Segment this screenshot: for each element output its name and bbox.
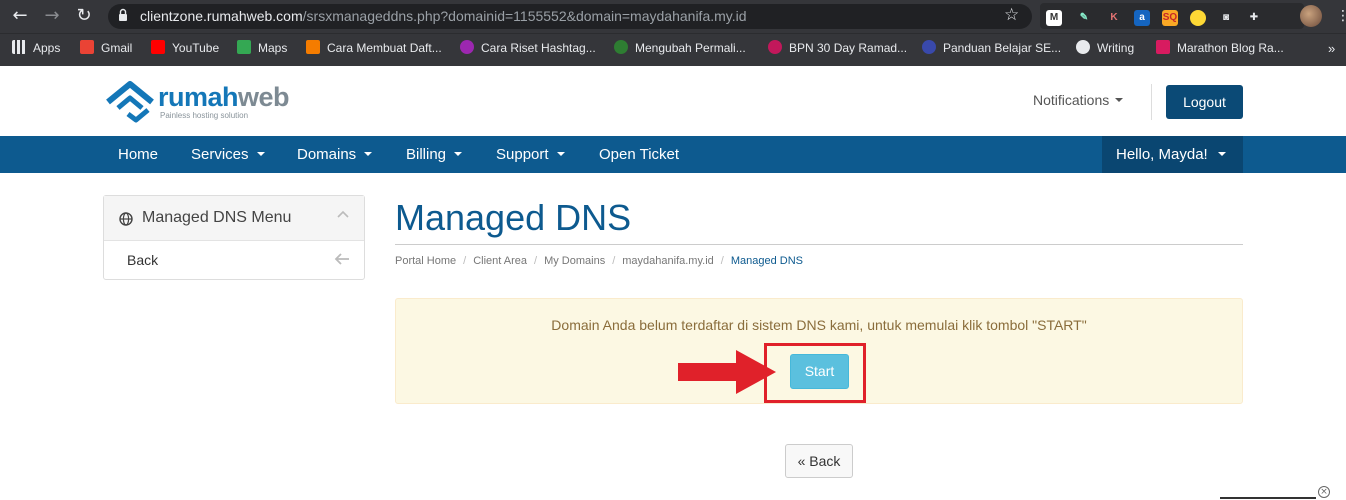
nav-services[interactable]: Services — [191, 136, 265, 173]
notifications-dropdown[interactable]: Notifications — [1033, 92, 1124, 108]
breadcrumb-separator: / — [720, 255, 724, 267]
more-bookmarks-icon[interactable]: » — [1328, 41, 1335, 56]
bookmark-seo[interactable]: Panduan Belajar SE... — [922, 40, 1061, 58]
arrow-left-icon[interactable] — [334, 252, 350, 266]
chevron-up-icon[interactable] — [336, 209, 350, 219]
header-divider — [1151, 84, 1152, 120]
browser-toolbar: ← → ↻ clientzone.rumahweb.com/srsxmanage… — [0, 0, 1346, 33]
nav-support[interactable]: Support — [496, 136, 565, 173]
breadcrumb-separator: / — [463, 255, 467, 267]
managed-dns-menu-panel: Managed DNS Menu Back — [103, 195, 365, 280]
divider-line — [1220, 497, 1316, 499]
breadcrumb-item-client-area[interactable]: Client Area — [473, 255, 527, 267]
title-divider — [395, 244, 1243, 245]
bookmark-gmail[interactable]: Gmail — [80, 40, 132, 58]
annotation-arrow-icon — [678, 350, 776, 394]
bookmark-site-icon — [460, 40, 474, 54]
breadcrumb-item-current: Managed DNS — [730, 255, 803, 267]
extension-pen-icon[interactable]: ✎ — [1076, 10, 1092, 26]
bookmark-apps[interactable]: Apps — [12, 40, 60, 58]
globe-icon — [1076, 40, 1090, 54]
user-menu-dropdown[interactable]: Hello, Mayda! — [1102, 136, 1243, 173]
panel-heading[interactable]: Managed DNS Menu — [104, 196, 364, 241]
globe-icon — [119, 212, 133, 226]
gmail-icon — [80, 40, 94, 54]
nav-domains[interactable]: Domains — [297, 136, 373, 173]
caret-down-icon — [364, 152, 373, 156]
breadcrumb-separator: / — [612, 255, 616, 267]
breadcrumb-item-my-domains[interactable]: My Domains — [544, 255, 605, 267]
extension-sq-icon[interactable]: SQ — [1162, 10, 1178, 26]
nav-open-ticket[interactable]: Open Ticket — [599, 136, 679, 173]
lock-icon — [119, 8, 127, 21]
annotation-highlight-box — [764, 343, 866, 403]
logo-tagline: Painless hosting solution — [160, 111, 249, 120]
apps-grid-icon — [12, 40, 26, 54]
forward-arrow-icon[interactable]: → — [40, 5, 64, 27]
extension-bulb-icon[interactable] — [1190, 10, 1206, 26]
back-arrow-icon[interactable]: ← — [8, 5, 32, 27]
bookmark-writing[interactable]: Writing — [1076, 40, 1134, 58]
page-title: Managed DNS — [395, 197, 632, 238]
bookmark-bpn[interactable]: BPN 30 Day Ramad... — [768, 40, 907, 58]
camera-icon[interactable]: ◙ — [1218, 10, 1234, 26]
extension-k-icon[interactable]: K — [1106, 10, 1122, 26]
puzzle-icon[interactable]: ✚ — [1246, 10, 1262, 26]
extensions-area: M ✎ K a SQ ◙ ✚ — [1040, 3, 1304, 29]
extension-a-icon[interactable]: a — [1134, 10, 1150, 26]
youtube-icon — [151, 40, 165, 54]
bookmarks-bar: Apps Gmail YouTube Maps Cara Membuat Daf… — [0, 33, 1346, 66]
breadcrumb: Portal Home / Client Area / My Domains / mayda… — [395, 255, 803, 267]
caret-down-icon — [556, 152, 565, 156]
url-text[interactable]: clientzone.rumahweb.com/srsxmanageddns.p… — [140, 8, 747, 24]
alert-message: Domain Anda belum terdaftar di sistem DN… — [551, 317, 1087, 333]
profile-avatar[interactable] — [1300, 5, 1322, 27]
panel-title: Managed DNS Menu — [142, 209, 292, 226]
maps-icon — [237, 40, 251, 54]
nav-home[interactable]: Home — [118, 136, 158, 173]
caret-down-icon — [1115, 98, 1124, 102]
nav-billing[interactable]: Billing — [406, 136, 463, 173]
caret-down-icon — [1217, 152, 1226, 156]
breadcrumb-separator: / — [534, 255, 538, 267]
reload-icon[interactable]: ↻ — [72, 5, 96, 27]
caret-down-icon — [454, 152, 463, 156]
breadcrumb-item-portal-home[interactable]: Portal Home — [395, 255, 456, 267]
breadcrumb-item-domain[interactable]: maydahanifa.my.id — [622, 255, 714, 267]
bookmark-site-icon — [614, 40, 628, 54]
main-navigation: Home Services Domains Billing Support Op… — [0, 136, 1346, 173]
logout-button[interactable]: Logout — [1166, 85, 1243, 119]
bookmark-youtube[interactable]: YouTube — [151, 40, 219, 58]
bookmark-star-icon[interactable]: ☆ — [1004, 5, 1019, 25]
blogger-icon — [306, 40, 320, 54]
bookmark-site-icon — [1156, 40, 1170, 54]
kebab-menu-icon[interactable]: ⋮ — [1336, 8, 1346, 24]
extension-m-icon[interactable]: M — [1046, 10, 1062, 26]
bookmark-site-icon — [922, 40, 936, 54]
bookmark-site-icon — [768, 40, 782, 54]
bookmark-marathon[interactable]: Marathon Blog Ra... — [1156, 40, 1284, 58]
logo-wordmark[interactable]: rumahweb — [158, 82, 290, 113]
bookmark-blogger[interactable]: Cara Membuat Daft... — [306, 40, 442, 58]
caret-down-icon — [256, 152, 265, 156]
site-header: rumahweb Painless hosting solution Notif… — [0, 66, 1346, 136]
bookmark-maps[interactable]: Maps — [237, 40, 287, 58]
close-icon[interactable]: × — [1318, 486, 1330, 498]
bookmark-hashtag[interactable]: Cara Riset Hashtag... — [460, 40, 596, 58]
back-button[interactable]: « Back — [785, 444, 853, 478]
bookmark-permalink[interactable]: Mengubah Permali... — [614, 40, 746, 58]
sidebar-back-link[interactable]: Back — [127, 252, 158, 268]
